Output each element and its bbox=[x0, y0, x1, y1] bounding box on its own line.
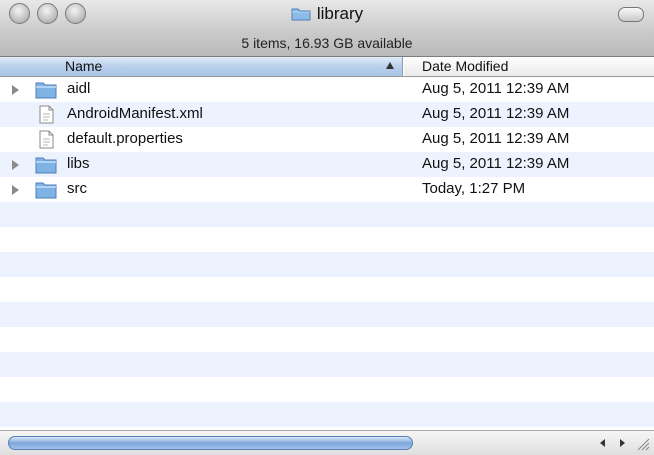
file-row[interactable]: AndroidManifest.xml Aug 5, 2011 12:39 AM bbox=[0, 102, 654, 127]
name-column-label: Name bbox=[65, 58, 103, 74]
resize-grip-icon[interactable] bbox=[634, 435, 650, 451]
toolbar-toggle-button[interactable] bbox=[618, 7, 644, 22]
name-column-header[interactable]: Name bbox=[0, 57, 403, 76]
row-stripe bbox=[0, 352, 654, 377]
file-row[interactable]: aidl Aug 5, 2011 12:39 AM bbox=[0, 77, 654, 102]
window-title-label: library bbox=[316, 4, 364, 23]
disclosure-triangle-icon[interactable] bbox=[12, 160, 19, 170]
date-modified-column-header[interactable]: Date Modified bbox=[404, 57, 654, 76]
file-row[interactable]: libs Aug 5, 2011 12:39 AM bbox=[0, 152, 654, 177]
document-icon bbox=[39, 130, 54, 149]
file-date-modified: Today, 1:27 PM bbox=[422, 180, 526, 197]
status-bar: 5 items, 16.93 GB available bbox=[241, 35, 413, 51]
file-date-modified: Aug 5, 2011 12:39 AM bbox=[422, 155, 570, 172]
file-date-modified: Aug 5, 2011 12:39 AM bbox=[422, 130, 570, 147]
date-modified-column-label: Date Modified bbox=[422, 58, 509, 74]
sort-ascending-icon bbox=[386, 62, 394, 69]
document-icon bbox=[39, 105, 54, 124]
row-stripe bbox=[0, 302, 654, 327]
row-stripe bbox=[0, 202, 654, 227]
file-row[interactable]: src Today, 1:27 PM bbox=[0, 177, 654, 202]
file-name: default.properties bbox=[67, 130, 183, 147]
row-stripe bbox=[0, 252, 654, 277]
file-name: src bbox=[67, 180, 87, 197]
scroll-left-icon[interactable] bbox=[595, 435, 611, 451]
disclosure-triangle-icon[interactable] bbox=[12, 85, 19, 95]
scroll-right-icon[interactable] bbox=[614, 435, 630, 451]
file-date-modified: Aug 5, 2011 12:39 AM bbox=[422, 80, 570, 97]
folder-icon bbox=[35, 82, 57, 99]
file-row[interactable]: default.properties Aug 5, 2011 12:39 AM bbox=[0, 127, 654, 152]
folder-icon bbox=[35, 182, 57, 199]
file-name: AndroidManifest.xml bbox=[67, 105, 203, 122]
disclosure-triangle-icon[interactable] bbox=[12, 185, 19, 195]
folder-icon bbox=[291, 8, 311, 21]
row-stripe bbox=[0, 402, 654, 427]
finder-window: library 5 items, 16.93 GB available Name… bbox=[0, 0, 654, 455]
horizontal-scrollbar[interactable] bbox=[0, 430, 654, 455]
folder-icon bbox=[35, 157, 57, 174]
scrollbar-thumb[interactable] bbox=[8, 436, 413, 450]
file-list: aidl Aug 5, 2011 12:39 AM AndroidManifest.… bbox=[0, 77, 654, 430]
window-title: library bbox=[0, 4, 654, 24]
file-date-modified: Aug 5, 2011 12:39 AM bbox=[422, 105, 570, 122]
file-name: aidl bbox=[67, 80, 91, 97]
title-bar[interactable]: library 5 items, 16.93 GB available bbox=[0, 0, 654, 57]
column-header: Name Date Modified bbox=[0, 57, 654, 77]
file-name: libs bbox=[67, 155, 90, 172]
